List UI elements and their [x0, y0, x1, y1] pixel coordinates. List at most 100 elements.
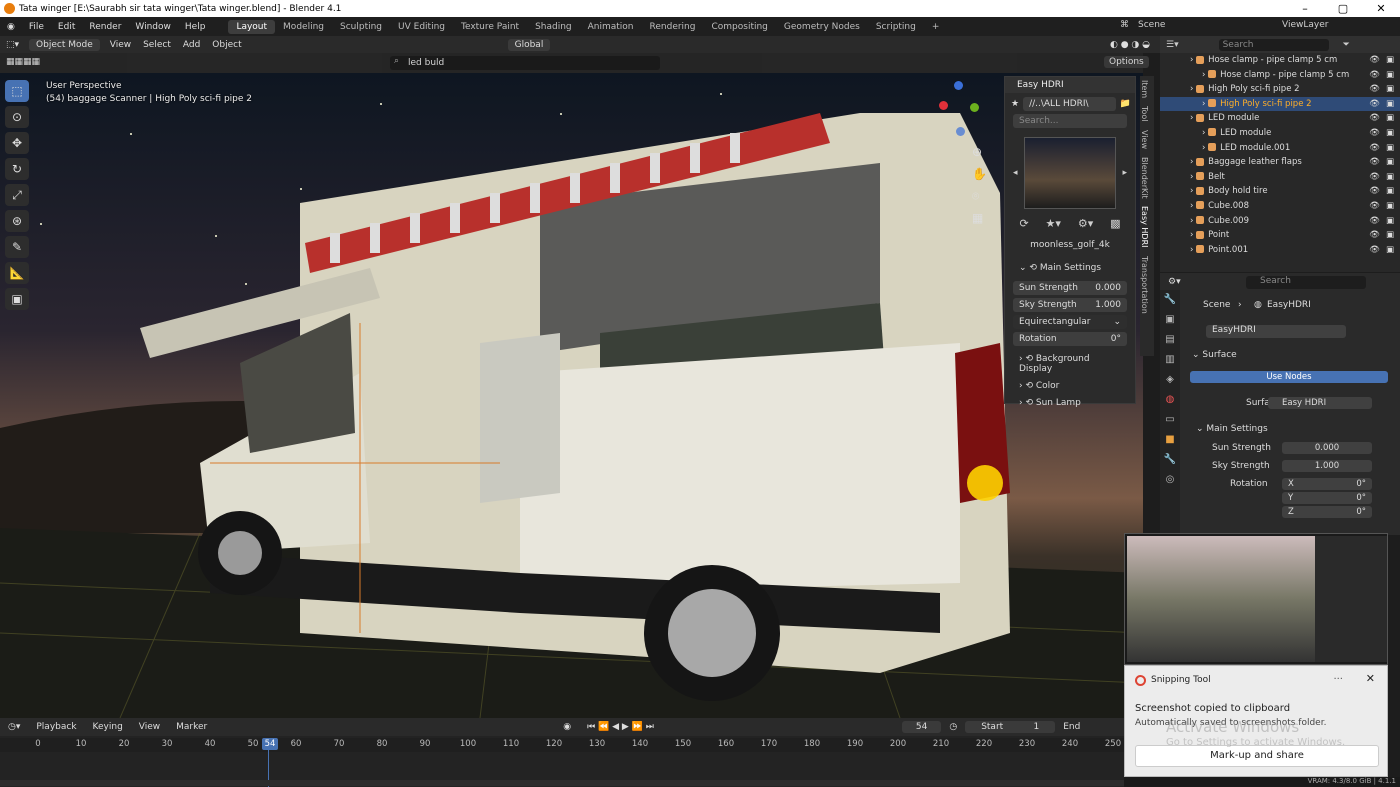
visibility-eye-icon[interactable]: 👁 — [1369, 126, 1380, 141]
outliner-row[interactable]: › Baggage leather flaps 👁 ▣ — [1160, 155, 1400, 170]
scene-name[interactable]: Scene — [1138, 20, 1165, 30]
menu-timeline-view[interactable]: View — [131, 722, 168, 732]
outliner-row[interactable]: › Cube.009 👁 ▣ — [1160, 214, 1400, 229]
folder-icon[interactable]: 📁 — [1120, 99, 1135, 109]
visibility-eye-icon[interactable]: 👁 — [1369, 82, 1380, 97]
tool-tab-icon[interactable]: 🔧 — [1160, 290, 1180, 310]
render-camera-icon[interactable]: ▣ — [1386, 155, 1394, 170]
color-panel[interactable]: › ⟲ Color — [1005, 379, 1135, 396]
physics-tab-icon[interactable]: ◎ — [1160, 470, 1180, 490]
menu-view[interactable]: View — [104, 39, 137, 51]
tab-compositing[interactable]: Compositing — [703, 20, 775, 34]
background-display-panel[interactable]: › ⟲ Background Display — [1005, 349, 1135, 379]
select-box-tool-icon[interactable]: ⬚ — [5, 80, 29, 102]
menu-playback[interactable]: Playback — [28, 722, 84, 732]
add-workspace-icon[interactable]: + — [924, 20, 948, 34]
outliner-row[interactable]: › LED module 👁 ▣ — [1160, 111, 1400, 126]
object-tab-icon[interactable]: ■ — [1160, 430, 1180, 450]
menu-render[interactable]: Render — [82, 22, 128, 32]
menu-select[interactable]: Select — [137, 39, 177, 51]
world-tab-icon[interactable]: ◍ — [1160, 390, 1180, 410]
refresh-icon[interactable]: ⟳ — [1019, 217, 1028, 230]
visibility-eye-icon[interactable]: 👁 — [1369, 199, 1380, 214]
render-camera-icon[interactable]: ▣ — [1386, 199, 1394, 214]
render-camera-icon[interactable]: ▣ — [1386, 82, 1394, 97]
main-settings-panel[interactable]: ⌄ Main Settings — [1196, 424, 1268, 434]
menu-keying[interactable]: Keying — [85, 722, 131, 732]
outliner-row[interactable]: › Cube.008 👁 ▣ — [1160, 199, 1400, 214]
rotate-tool-icon[interactable]: ↻ — [5, 158, 29, 180]
use-nodes-button[interactable]: Use Nodes — [1190, 371, 1388, 383]
tab-blenderkit[interactable]: BlenderKit — [1140, 153, 1149, 203]
projection-select[interactable]: Equirectangular ⌄ — [1013, 315, 1127, 329]
render-camera-icon[interactable]: ▣ — [1386, 111, 1394, 126]
tab-uv-editing[interactable]: UV Editing — [390, 20, 453, 34]
playhead[interactable]: 54 — [262, 738, 278, 750]
tab-transportation[interactable]: Transportation — [1140, 252, 1149, 318]
playback-controls-icon[interactable]: ⏮ ⏪ ◀ ▶ ⏩ ⏭ — [579, 722, 662, 732]
outliner-row[interactable]: › Hose clamp - pipe clamp 5 cm 👁 ▣ — [1160, 68, 1400, 83]
outliner-row[interactable]: › High Poly sci-fi pipe 2 👁 ▣ — [1160, 96, 1400, 112]
close-notification-icon[interactable]: ✕ — [1366, 672, 1375, 685]
main-settings-header[interactable]: ⌄ ⟲ Main Settings — [1005, 258, 1135, 278]
frame-ruler[interactable]: 0 10 20 30 40 50 60 70 80 90 100 110 120 130 140 150 160… — [0, 738, 1124, 752]
visibility-eye-icon[interactable]: 👁 — [1369, 170, 1380, 185]
render-camera-icon[interactable]: ▣ — [1386, 68, 1394, 83]
camera-view-icon[interactable]: ⌾ — [972, 185, 987, 207]
tab-texture-paint[interactable]: Texture Paint — [453, 20, 527, 34]
render-camera-icon[interactable]: ▣ — [1386, 126, 1394, 141]
next-hdri-icon[interactable]: ▸ — [1122, 168, 1135, 178]
rotation-field[interactable]: Rotation 0° — [1013, 332, 1127, 346]
scale-tool-icon[interactable]: ⤢ — [5, 184, 29, 206]
menu-window[interactable]: Window — [128, 22, 178, 32]
zoom-icon[interactable]: ⊕ — [972, 141, 987, 163]
hdri-thumbnail[interactable] — [1023, 137, 1117, 209]
tab-animation[interactable]: Animation — [580, 20, 642, 34]
move-tool-icon[interactable]: ✥ — [5, 132, 29, 154]
outliner-search-input[interactable]: Search — [1218, 38, 1329, 51]
mode-select[interactable]: Object Mode — [29, 38, 100, 51]
close-icon[interactable]: ✕ — [1362, 0, 1400, 17]
visibility-eye-icon[interactable]: 👁 — [1369, 155, 1380, 170]
outliner-row[interactable]: › Hose clamp - pipe clamp 5 cm 👁 ▣ — [1160, 53, 1400, 68]
tab-tool[interactable]: Tool — [1140, 102, 1149, 126]
favorite-star-icon[interactable]: ★ — [1005, 99, 1019, 109]
tab-sculpting[interactable]: Sculpting — [332, 20, 390, 34]
tab-shading[interactable]: Shading — [527, 20, 580, 34]
menu-edit[interactable]: Edit — [51, 22, 82, 32]
favorites-icon[interactable]: ★▾ — [1046, 217, 1061, 230]
modifier-tab-icon[interactable]: 🔧 — [1160, 450, 1180, 470]
settings-gear-icon[interactable]: ⚙▾ — [1078, 217, 1093, 230]
properties-editor-icon[interactable]: ⚙▾ — [1168, 277, 1181, 287]
visibility-eye-icon[interactable]: 👁 — [1369, 214, 1380, 229]
collection-tab-icon[interactable]: ▭ — [1160, 410, 1180, 430]
outliner-row[interactable]: › High Poly sci-fi pipe 2 👁 ▣ — [1160, 82, 1400, 97]
surface-panel-header[interactable]: ⌄ Surface — [1192, 350, 1237, 360]
render-camera-icon[interactable]: ▣ — [1386, 214, 1394, 229]
ortho-grid-icon[interactable]: ▦ — [972, 207, 987, 229]
rotation-y-field[interactable]: Y 0° — [1282, 492, 1372, 504]
record-icon[interactable]: ◉ — [555, 722, 579, 732]
tab-rendering[interactable]: Rendering — [642, 20, 704, 34]
render-camera-icon[interactable]: ▣ — [1386, 243, 1394, 258]
editor-type-icon[interactable]: ⬚▾ — [0, 39, 25, 51]
visibility-eye-icon[interactable]: 👁 — [1369, 111, 1380, 126]
tab-scripting[interactable]: Scripting — [868, 20, 924, 34]
rotation-z-field[interactable]: Z 0° — [1282, 506, 1372, 518]
viewlayer-name[interactable]: ViewLayer — [1282, 20, 1328, 30]
prev-hdri-icon[interactable]: ◂ — [1005, 168, 1018, 178]
outliner-row[interactable]: › LED module.001 👁 ▣ — [1160, 141, 1400, 156]
transform-tool-icon[interactable]: ⊛ — [5, 210, 29, 232]
render-tab-icon[interactable]: ▣ — [1160, 310, 1180, 330]
search-input[interactable]: led buld — [390, 56, 660, 70]
shading-modes-icon[interactable]: ◐ ● ◑ ◒ — [1104, 39, 1156, 51]
blender-menu-icon[interactable]: ◉ — [0, 22, 22, 32]
visibility-eye-icon[interactable]: 👁 — [1369, 141, 1380, 156]
outliner-editor-icon[interactable]: ☰▾ — [1166, 40, 1179, 50]
pan-hand-icon[interactable]: ✋ — [972, 163, 987, 185]
markup-share-button[interactable]: Mark-up and share — [1135, 745, 1379, 767]
tab-layout[interactable]: Layout — [228, 19, 276, 34]
visibility-eye-icon[interactable]: 👁 — [1369, 97, 1380, 112]
snipping-preview[interactable] — [1124, 533, 1388, 665]
visibility-eye-icon[interactable]: 👁 — [1369, 53, 1380, 68]
